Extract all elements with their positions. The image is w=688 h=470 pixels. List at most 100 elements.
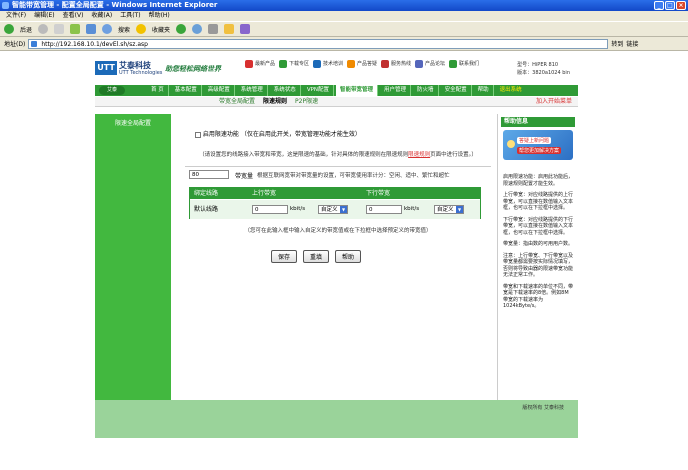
nav-system-status[interactable]: 系统状态 — [270, 85, 301, 96]
add-start-menu-link[interactable]: 加入开始菜单 — [536, 97, 572, 107]
header-link-forum[interactable]: 产品论坛 — [415, 60, 445, 68]
phone-icon — [381, 60, 389, 68]
tab-bandwidth-global[interactable]: 带宽全局配置 — [219, 97, 255, 107]
menu-view[interactable]: 查看(V) — [63, 11, 84, 21]
messenger-icon[interactable] — [240, 24, 251, 34]
chevron-down-icon: ▼ — [340, 206, 347, 213]
downstream-unit: kbit/s — [404, 206, 420, 212]
close-button[interactable]: × — [676, 1, 686, 10]
menu-edit[interactable]: 编辑(E) — [34, 11, 54, 21]
header-link-contact[interactable]: 联系我们 — [449, 60, 479, 68]
col-bind-line: 绑定线路 — [194, 190, 219, 197]
menu-favorites[interactable]: 收藏(A) — [91, 11, 112, 21]
address-input[interactable]: http://192.168.10.1/devEl.sh/sz.asp — [28, 38, 609, 49]
search-icon[interactable] — [102, 24, 113, 34]
training-icon — [313, 60, 321, 68]
table-header: 绑定线路 上行带宽 下行带宽 — [190, 188, 480, 199]
upstream-unit: kbit/s — [290, 206, 306, 212]
minimize-button[interactable]: _ — [654, 1, 664, 10]
stop-icon[interactable] — [54, 24, 65, 34]
maximize-button[interactable]: □ — [665, 1, 675, 10]
nav-basic[interactable]: 基本配置 — [171, 85, 202, 96]
window-titlebar: 智能带宽管理 - 配置全局配置 - Windows Internet Explo… — [0, 0, 688, 11]
back-label[interactable]: 后退 — [20, 25, 32, 34]
nav-system-manage[interactable]: 系统管理 — [237, 85, 268, 96]
favorites-label[interactable]: 收藏夹 — [152, 25, 170, 34]
forward-icon[interactable] — [38, 24, 49, 34]
save-button[interactable]: 保存 — [271, 250, 298, 263]
help-title: 帮助信息 — [501, 117, 575, 127]
ie-icon — [2, 2, 9, 9]
nav-vpn[interactable]: VPN配置 — [303, 85, 335, 96]
rate-rules-link[interactable]: 限速规则 — [408, 152, 430, 158]
print-icon[interactable] — [208, 24, 219, 34]
forum-icon — [415, 60, 423, 68]
enable-rate-limit-checkbox[interactable] — [195, 131, 201, 138]
model-text: 型号：HiPER 810 — [517, 62, 559, 68]
sub-nav: 带宽全局配置 限速规则 P2P限速 加入开始菜单 — [95, 97, 578, 107]
menu-help[interactable]: 帮助(H) — [149, 11, 170, 21]
back-icon[interactable] — [4, 24, 14, 34]
utt-logo: UTT — [95, 61, 117, 75]
menu-tools[interactable]: 工具(T) — [120, 11, 140, 21]
bandwidth-note: （请设置您的线路接入带宽和带宽，这是限速的基础，针对具体的限速规则在限速规则限速… — [199, 152, 477, 158]
bandwidth-amount-desc: 根据互联网宽带对带宽量的设置，可带宽使用率计分：空闲、适中、繁忙和超忙 — [257, 173, 450, 179]
nav-bandwidth[interactable]: 智能带宽管理 — [336, 85, 379, 96]
nav-security[interactable]: 安全配置 — [441, 85, 472, 96]
window-title: 智能带宽管理 - 配置全局配置 - Windows Internet Explo… — [12, 1, 218, 9]
mail-icon[interactable] — [192, 24, 203, 34]
help-text: 启用限速功能：启用此功能后，限速规则配置才能生效。 上行带宽：对应线路提供的上行… — [503, 174, 573, 315]
reset-button[interactable]: 重填 — [303, 250, 330, 263]
nav-help[interactable]: 帮助 — [474, 85, 494, 96]
help-paragraph: 带宽量：指由数的可用用户数。 — [503, 241, 574, 247]
folder-icon[interactable] — [224, 24, 235, 34]
downstream-input[interactable]: 0 — [366, 205, 402, 214]
header-link-product[interactable]: 最新产品 — [245, 60, 275, 68]
header-link-download[interactable]: 下载专区 — [279, 60, 309, 68]
favorites-icon[interactable] — [136, 24, 147, 34]
header-link-training[interactable]: 技术培训 — [313, 60, 343, 68]
nav-home[interactable]: 首 页 — [147, 85, 169, 96]
go-button[interactable]: 转到 — [611, 39, 623, 48]
divider — [185, 166, 491, 167]
menu-file[interactable]: 文件(F) — [6, 11, 26, 21]
address-bar: 地址(D) http://192.168.10.1/devEl.sh/sz.as… — [0, 37, 688, 51]
help-button[interactable]: 帮助 — [335, 250, 362, 263]
search-label[interactable]: 搜索 — [118, 25, 130, 34]
col-downstream: 下行带宽 — [366, 190, 391, 197]
sidebar-title: 限速全局配置 — [114, 120, 151, 127]
page-header: UTT 艾泰科技 UTT Technologies 助您轻松网络世界 最新产品 … — [95, 58, 578, 86]
bandwidth-amount-input[interactable]: 80 — [189, 170, 229, 179]
main-nav: 艾泰 首 页 基本配置 高级配置 系统管理 系统状态 VPN配置 智能带宽管理 … — [95, 85, 578, 96]
nav-advanced[interactable]: 高级配置 — [204, 85, 235, 96]
help-paragraph: 带宽和下载速率的单位不同，带宽是下载速率的8倍。例如8M带宽的下载速率为1024… — [503, 283, 574, 310]
logout-link[interactable]: 退出系统 — [496, 85, 526, 96]
page-footer: 版权所有 艾泰科技 — [95, 400, 578, 438]
refresh-icon[interactable] — [70, 24, 81, 34]
help-banner[interactable]: 答疑上新问题 帮您更加解决方案 — [503, 130, 573, 160]
header-link-hotline[interactable]: 服务热线 — [381, 60, 411, 68]
bandwidth-amount-label: 带宽量 — [235, 173, 254, 180]
enable-note: （仅在启用此开关，带宽管理功能才能生效） — [240, 131, 361, 138]
history-icon[interactable] — [176, 24, 187, 34]
home-icon[interactable] — [86, 24, 97, 34]
downstream-select[interactable]: 自定义 ▼ — [434, 205, 464, 214]
copyright: 版权所有 艾泰科技 — [522, 405, 564, 411]
nav-firewall[interactable]: 防火墙 — [413, 85, 439, 96]
header-link-faq[interactable]: 产品答疑 — [347, 60, 377, 68]
bandwidth-hint: （您可在此输入框中输入自定义的带宽值或在下拉框中选择预定义的带宽值） — [244, 228, 432, 234]
enable-label: 启用限速功能 — [202, 131, 239, 138]
tab-p2p-limit[interactable]: P2P限速 — [295, 97, 318, 107]
tab-rate-rules[interactable]: 限速规则 — [263, 97, 287, 107]
upstream-input[interactable]: 0 — [252, 205, 288, 214]
version-text: 版本：3820a1024 bin — [517, 70, 570, 76]
help-banner-line2: 帮您更加解决方案 — [517, 147, 562, 154]
address-label: 地址(D) — [4, 41, 26, 48]
upstream-select[interactable]: 自定义 ▼ — [318, 205, 348, 214]
nav-users[interactable]: 用户管理 — [380, 85, 412, 96]
col-upstream: 上行带宽 — [252, 190, 277, 197]
help-paragraph: 下行带宽：对应线路提供的下行带宽，可以直接在数值输入文本框，也可以在下拉框中选择… — [503, 216, 574, 236]
help-panel: 帮助信息 答疑上新问题 帮您更加解决方案 启用限速功能：启用此功能后，限速规则配… — [497, 114, 578, 400]
download-icon — [279, 60, 287, 68]
links-label[interactable]: 链接 — [626, 39, 638, 48]
